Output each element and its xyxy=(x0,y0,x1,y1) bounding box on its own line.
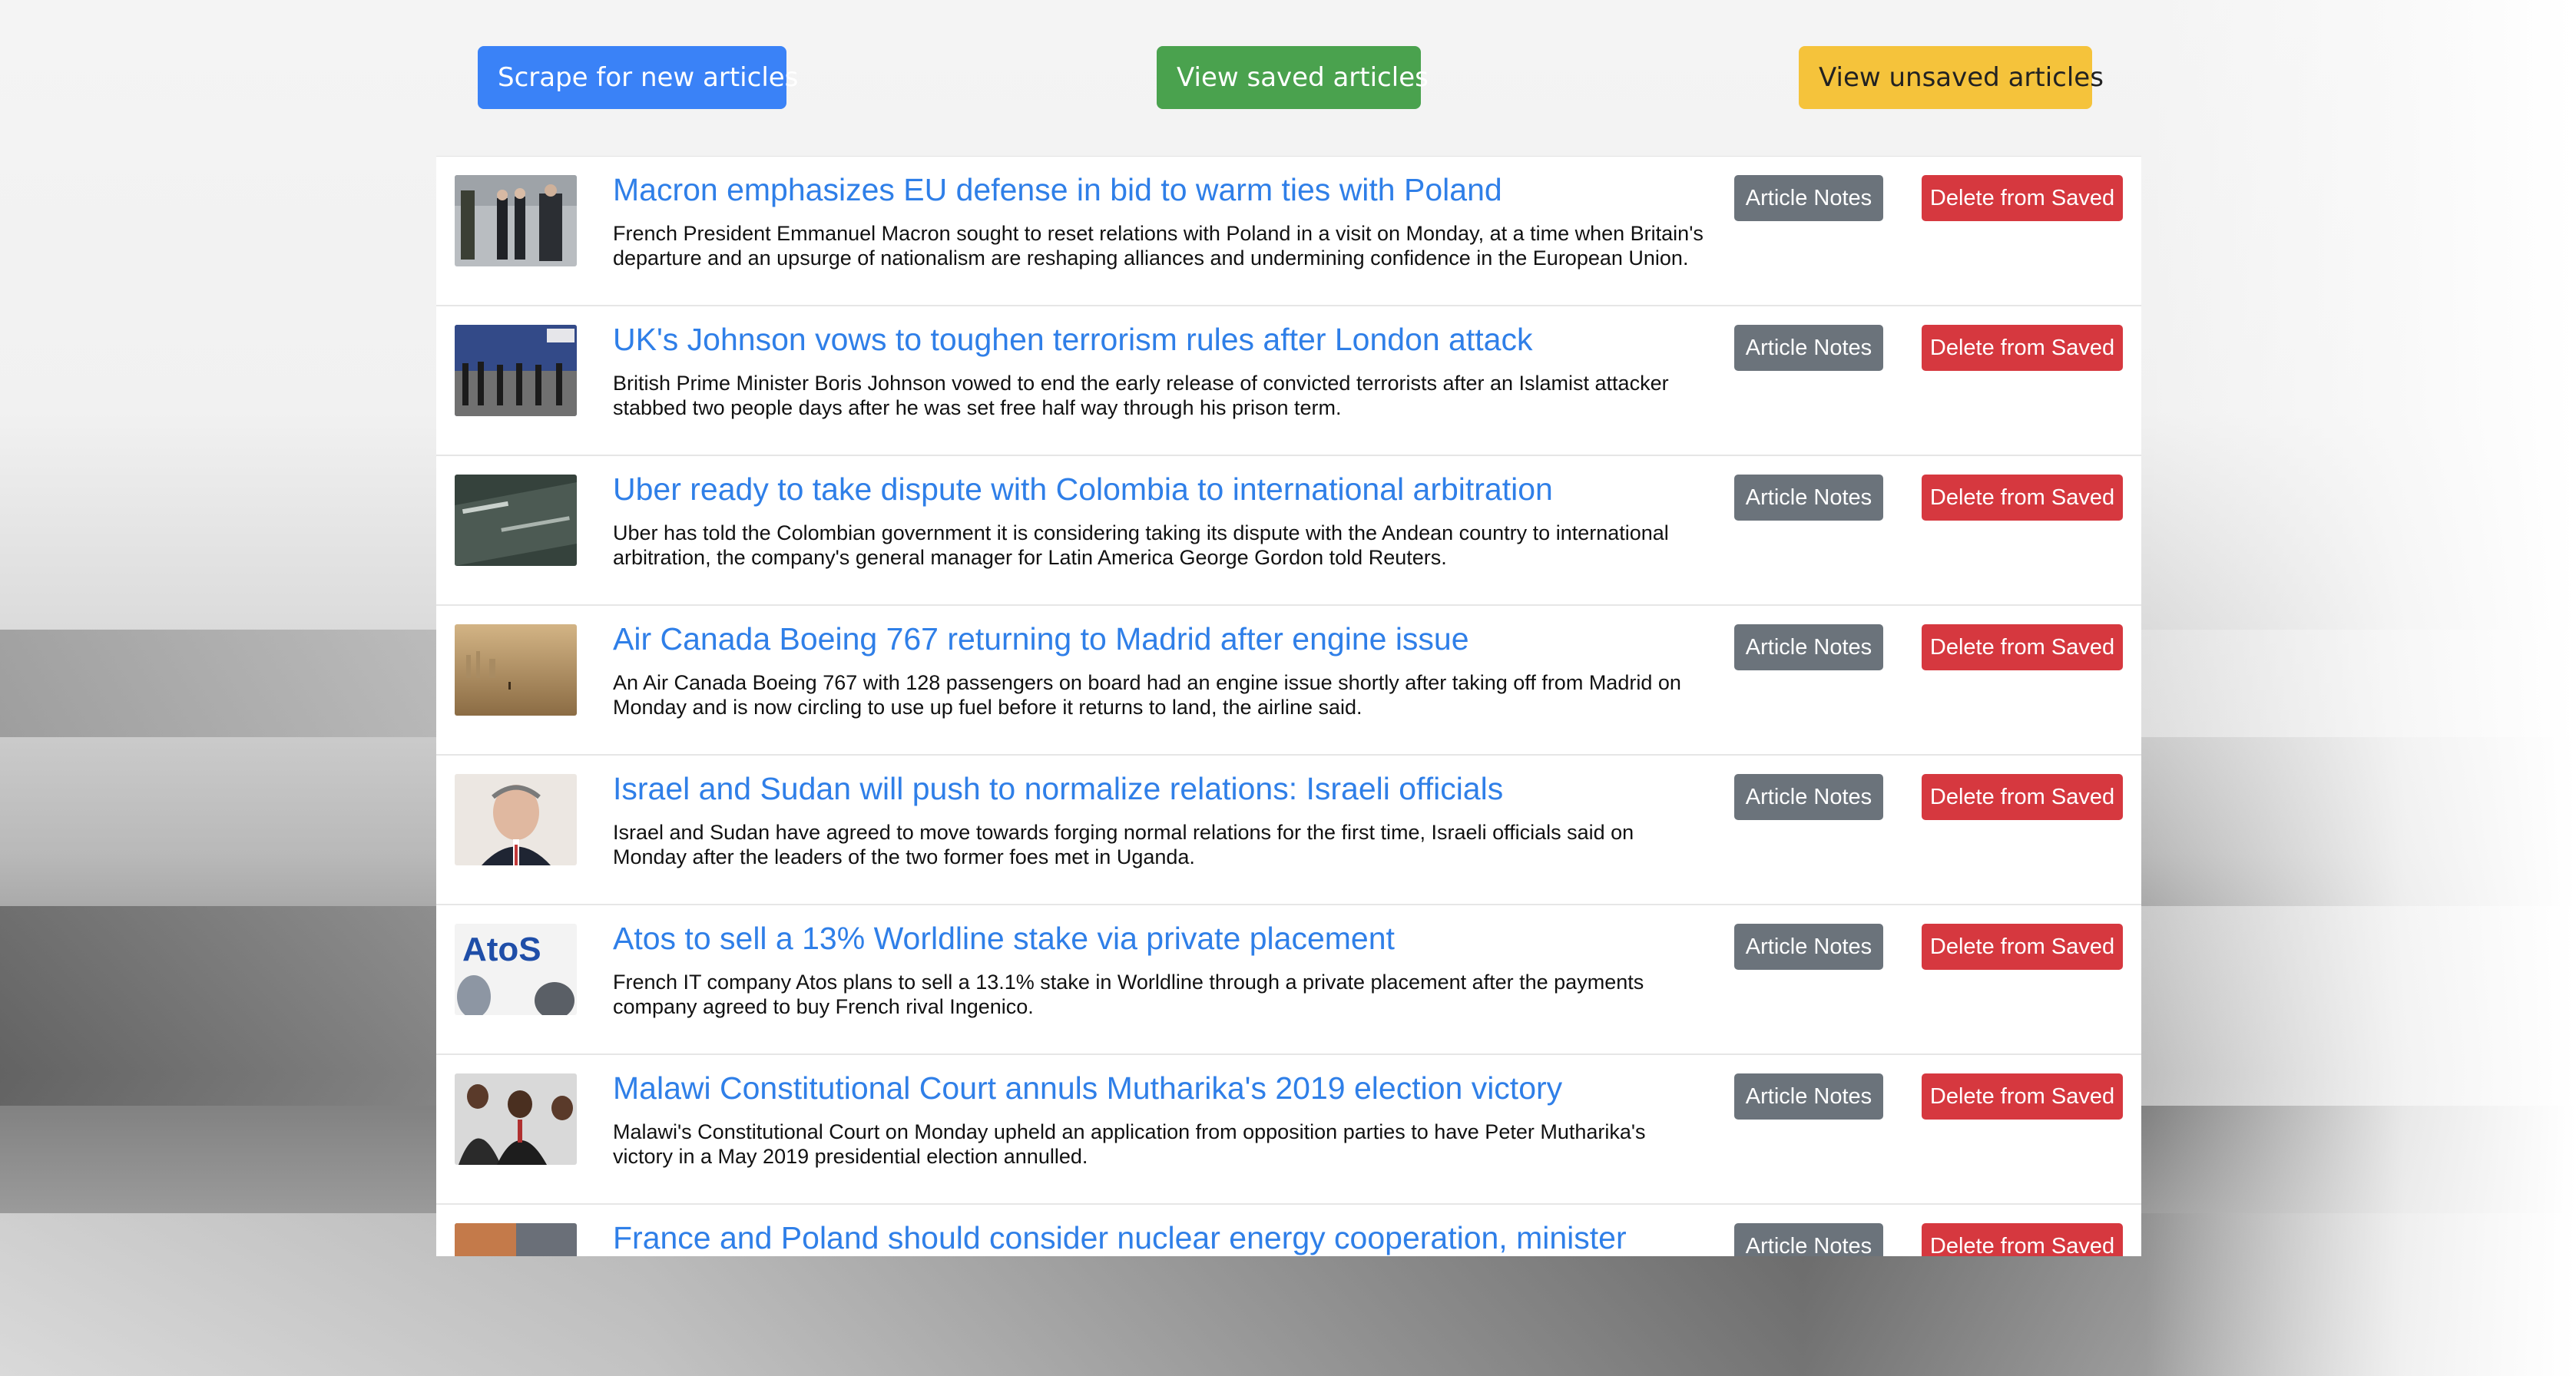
article-notes-button[interactable]: Article Notes xyxy=(1734,1223,1883,1256)
article-thumbnail xyxy=(455,774,577,865)
article-thumbnail xyxy=(455,1073,577,1165)
background-band xyxy=(2146,0,2576,1376)
article-title-link[interactable]: Uber ready to take dispute with Colombia… xyxy=(613,471,1704,508)
thumbnail-image xyxy=(455,624,577,716)
article-row: Israel and Sudan will push to normalize … xyxy=(436,756,2141,905)
article-summary: An Air Canada Boeing 767 with 128 passen… xyxy=(613,671,1681,719)
article-thumbnail xyxy=(455,475,577,566)
article-title-link[interactable]: Macron emphasizes EU defense in bid to w… xyxy=(613,172,1704,208)
scrape-button[interactable]: Scrape for new articles xyxy=(478,46,798,109)
delete-from-saved-button[interactable]: Delete from Saved xyxy=(1922,624,2123,670)
delete-from-saved-button[interactable]: Delete from Saved xyxy=(1922,325,2123,371)
article-summary: French IT company Atos plans to sell a 1… xyxy=(613,971,1644,1018)
thumbnail-logo-text: AtoS xyxy=(462,931,541,968)
article-summary: British Prime Minister Boris Johnson vow… xyxy=(613,372,1669,419)
delete-from-saved-button[interactable]: Delete from Saved xyxy=(1922,175,2123,221)
article-title-link[interactable]: France and Poland should consider nuclea… xyxy=(613,1220,1704,1256)
article-notes-button[interactable]: Article Notes xyxy=(1734,175,1883,221)
article-row: UK's Johnson vows to toughen terrorism r… xyxy=(436,306,2141,456)
article-notes-button[interactable]: Article Notes xyxy=(1734,924,1883,970)
top-toolbar: Scrape for new articles View saved artic… xyxy=(0,46,2576,109)
view-unsaved-button[interactable]: View unsaved articles xyxy=(1799,46,2104,109)
article-row: Macron emphasizes EU defense in bid to w… xyxy=(436,157,2141,306)
delete-from-saved-button[interactable]: Delete from Saved xyxy=(1922,924,2123,970)
delete-from-saved-button[interactable]: Delete from Saved xyxy=(1922,1073,2123,1120)
delete-from-saved-button[interactable]: Delete from Saved xyxy=(1922,475,2123,521)
article-thumbnail xyxy=(455,175,577,266)
article-row: Uber ready to take dispute with Colombia… xyxy=(436,456,2141,606)
thumbnail-image xyxy=(455,1223,577,1256)
thumbnail-image: AtoS xyxy=(455,924,577,1015)
article-title-link[interactable]: UK's Johnson vows to toughen terrorism r… xyxy=(613,322,1704,358)
article-thumbnail xyxy=(455,1223,577,1256)
article-notes-button[interactable]: Article Notes xyxy=(1734,325,1883,371)
thumbnail-image xyxy=(455,475,577,566)
article-notes-button[interactable]: Article Notes xyxy=(1734,475,1883,521)
article-summary: Uber has told the Colombian government i… xyxy=(613,521,1669,569)
article-title-link[interactable]: Israel and Sudan will push to normalize … xyxy=(613,771,1704,807)
delete-from-saved-button[interactable]: Delete from Saved xyxy=(1922,774,2123,820)
article-row: Malawi Constitutional Court annuls Mutha… xyxy=(436,1055,2141,1205)
article-list: Macron emphasizes EU defense in bid to w… xyxy=(436,156,2141,1256)
view-saved-button[interactable]: View saved articles xyxy=(1157,46,1429,109)
article-row: Air Canada Boeing 767 returning to Madri… xyxy=(436,606,2141,756)
thumbnail-image xyxy=(455,1073,577,1165)
thumbnail-image xyxy=(455,175,577,266)
thumbnail-image xyxy=(455,325,577,416)
article-thumbnail: AtoS xyxy=(455,924,577,1015)
article-row: France and Poland should consider nuclea… xyxy=(436,1205,2141,1256)
article-thumbnail xyxy=(455,325,577,416)
article-row: AtoS Atos to sell a 13% Worldline stake … xyxy=(436,905,2141,1055)
delete-from-saved-button[interactable]: Delete from Saved xyxy=(1922,1223,2123,1256)
article-summary: Malawi's Constitutional Court on Monday … xyxy=(613,1120,1646,1168)
article-notes-button[interactable]: Article Notes xyxy=(1734,774,1883,820)
article-title-link[interactable]: Atos to sell a 13% Worldline stake via p… xyxy=(613,921,1704,957)
thumbnail-image xyxy=(455,774,577,865)
article-thumbnail xyxy=(455,624,577,716)
article-summary: French President Emmanuel Macron sought … xyxy=(613,222,1704,270)
article-summary: Israel and Sudan have agreed to move tow… xyxy=(613,821,1634,868)
article-notes-button[interactable]: Article Notes xyxy=(1734,624,1883,670)
article-title-link[interactable]: Malawi Constitutional Court annuls Mutha… xyxy=(613,1070,1704,1106)
article-title-link[interactable]: Air Canada Boeing 767 returning to Madri… xyxy=(613,621,1704,657)
article-notes-button[interactable]: Article Notes xyxy=(1734,1073,1883,1120)
